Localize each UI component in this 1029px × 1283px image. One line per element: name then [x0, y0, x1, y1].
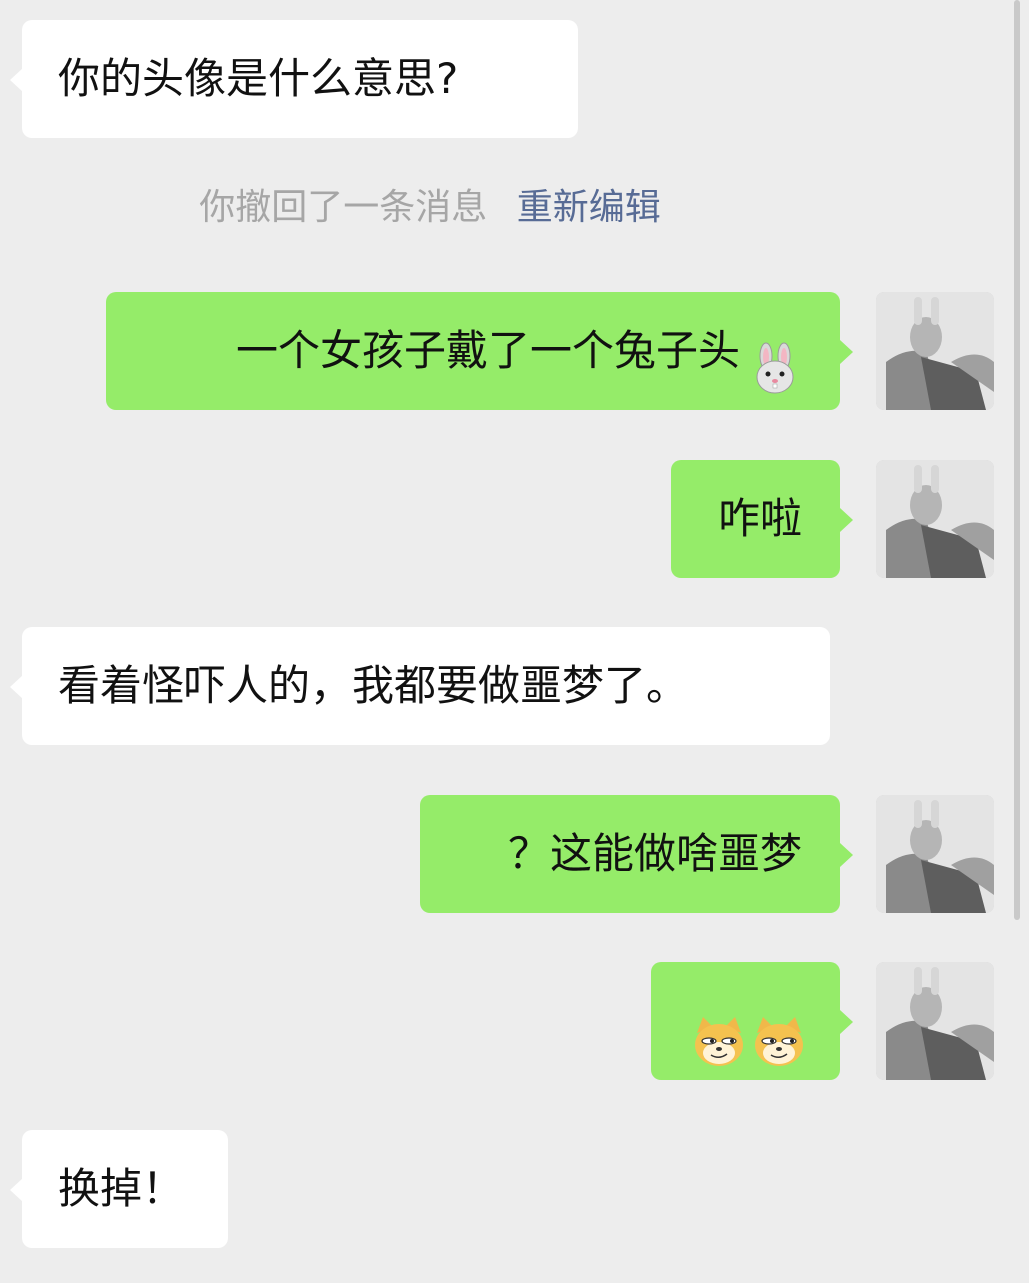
outgoing-message-bubble[interactable]: ？这能做啥噩梦 [420, 795, 853, 913]
incoming-message-bubble[interactable]: 换掉！ [10, 1130, 228, 1248]
re-edit-link[interactable]: 重新编辑 [517, 187, 661, 228]
incoming-message-bubble[interactable]: 看着怪吓人的，我都要做噩梦了。 [10, 627, 830, 745]
message-text: 你的头像是什么意思? [58, 54, 459, 103]
outgoing-message-bubble[interactable] [651, 962, 853, 1080]
scrollbar[interactable] [1014, 0, 1020, 920]
rabbit-face-icon [748, 323, 802, 393]
outgoing-message-bubble[interactable]: 一个女孩子戴了一个兔子头 [106, 292, 853, 410]
message-text: ？这能做啥噩梦 [507, 829, 802, 878]
smirk-doge-icon [751, 996, 807, 1066]
avatar[interactable] [876, 795, 994, 913]
recall-notice-text: 你撤回了一条消息 [199, 187, 488, 228]
message-text: 看着怪吓人的，我都要做噩梦了。 [58, 661, 689, 710]
avatar[interactable] [876, 460, 994, 578]
avatar[interactable] [876, 962, 994, 1080]
message-text: 换掉！ [58, 1164, 185, 1213]
message-text: 一个女孩子戴了一个兔子头 [235, 326, 740, 375]
message-text: 咋啦 [717, 494, 802, 543]
incoming-message-bubble[interactable]: 你的头像是什么意思? [10, 20, 578, 138]
recall-notice: 你撤回了一条消息 重新编辑 [0, 178, 860, 238]
smirk-doge-icon [691, 996, 747, 1066]
avatar[interactable] [876, 292, 994, 410]
chat-window: 你的头像是什么意思? 你撤回了一条消息 重新编辑 一个女孩子戴了一个兔子头 咋啦 [0, 0, 1029, 1283]
outgoing-message-bubble[interactable]: 咋啦 [671, 460, 853, 578]
